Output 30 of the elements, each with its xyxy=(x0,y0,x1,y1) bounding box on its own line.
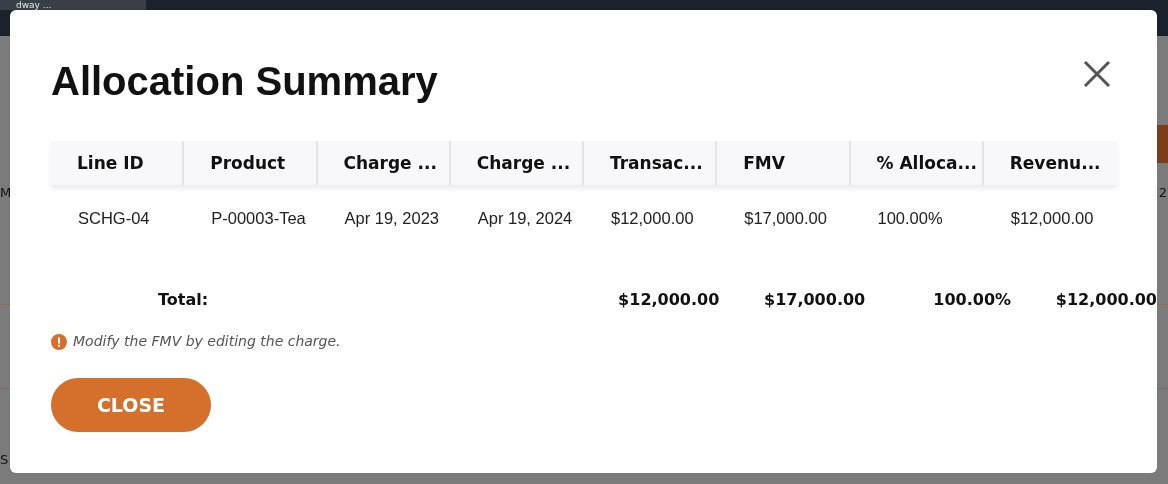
table-cell-text: P-00003-Tea xyxy=(210,207,307,229)
tab-label[interactable]: dway ... xyxy=(0,0,146,10)
table-cell-text: Apr 19, 2023 xyxy=(343,207,440,229)
table-cell-text: $12,000.00 xyxy=(610,207,695,229)
table-cell-text: Apr 19, 2024 xyxy=(476,207,574,229)
table-cell-text: $17,000.00 xyxy=(743,207,828,229)
warning-icon xyxy=(51,333,67,350)
table-cell-text: $12,000.00 xyxy=(1009,207,1095,229)
column-header[interactable]: Transac... xyxy=(584,141,718,185)
total-label: Total: xyxy=(157,289,210,311)
column-header[interactable]: FMV xyxy=(717,141,851,185)
table-cell-text: 100.00% xyxy=(876,207,944,229)
total-value: $17,000.00 xyxy=(763,289,866,311)
background-text: 2 xyxy=(1158,185,1167,201)
column-header[interactable]: % Alloca... xyxy=(850,141,984,185)
column-header[interactable]: Product xyxy=(184,141,318,185)
column-header[interactable]: Charge ... xyxy=(317,141,451,185)
total-value: 100.00% xyxy=(932,289,1012,311)
hint-text: Modify the FMV by editing the charge. xyxy=(73,332,341,351)
total-value: $12,000.00 xyxy=(617,289,720,311)
background-text: M xyxy=(0,185,12,201)
total-value: $12,000.00 xyxy=(1054,289,1157,311)
modal-title: Allocation Summary xyxy=(51,58,438,104)
table-cell-text: SCHG-04 xyxy=(77,207,151,229)
close-icon[interactable] xyxy=(1083,60,1111,88)
background-text: S xyxy=(0,452,9,468)
column-header[interactable]: Charge ... xyxy=(450,141,584,185)
column-header[interactable]: Revenu... xyxy=(983,141,1117,185)
column-header[interactable]: Line ID xyxy=(51,141,185,185)
banner-strip xyxy=(1157,125,1168,163)
